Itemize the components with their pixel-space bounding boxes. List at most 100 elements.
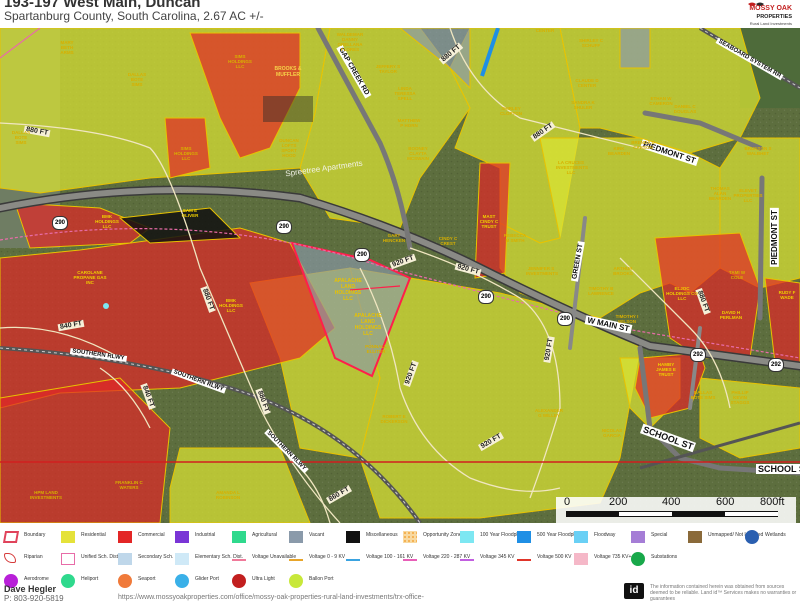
legend-swatch [118,531,132,543]
scale-tick: 400 [662,496,681,508]
scale-segment [725,511,778,517]
legend-item: 100 Year Floodplain [460,529,524,547]
owner-labels: MARY BETH ARMS DALLAS BOTE SIMS DALLAS B… [0,28,800,523]
logo-tagline: Rural Land Investments [749,21,792,26]
legend-swatch [517,559,531,561]
owner-label: ARTHUR BROOKS [613,266,633,276]
owner-label: BMK HOLDINGS LLC [219,298,243,313]
legend-swatch [631,552,645,566]
owner-label: PONNALL ELLITER [365,344,387,354]
land-id-logo: id [624,583,644,599]
owner-label: SIMS HOLDINGS LLC [174,146,198,161]
owner-label: BMK HOLDINGS LLC [95,214,119,229]
disclaimer: The information contained herein was obt… [650,584,797,602]
owner-label: DAVID H PERLMAN [719,310,743,320]
legend-item: Commercial [118,529,173,547]
owner-label: BOONEY CLAYTA MCSWAIN [407,146,429,161]
legend-item: Voltage 345 KV [460,551,515,569]
owner-label: MAST CINDY C TRUST [479,214,499,229]
map-footer: Dave Hegler P: 803-920-5819 https://www.… [0,583,800,603]
legend-label: Wetlands [765,532,786,538]
owner-label: TAMI W COLE [728,270,746,280]
owner-label: CENTER [535,28,555,33]
legend-swatch [346,531,360,543]
owner-label: ROBERT E DICKERSON [380,414,408,424]
legend-swatch [175,531,189,543]
legend-item: Vacant [289,529,344,547]
scale-tick: 600 [716,496,735,508]
scale-tick: 200 [609,496,628,508]
owner-label: ETHAN W CAMERON [649,96,673,106]
owner-label: TIMOTHY I WILSON [615,314,639,324]
agent-name: Dave Hegler [4,584,57,594]
mossy-oak-logo: MOSSY OAK PROPERTIES Rural Land Investme… [726,0,794,28]
legend-swatch [61,531,75,543]
legend-label: Ballon Port [309,576,334,582]
owner-label: FRANKLIN C WATERS [115,480,143,490]
legend-item: Unmapped/ Not Included [688,529,763,547]
legend-label: Substations [651,554,678,560]
legend-item: Voltage 0 - 9 KV [289,551,345,569]
owner-label: CLAUDE D CENTER [575,78,599,88]
legend-item: Voltage 500 KV [517,551,572,569]
owner-label: SANDRA K SHULER [571,100,595,110]
page-subtitle: Spartanburg County, South Carolina, 2.67… [4,9,264,23]
legend-swatch [118,553,132,565]
owner-label: REBECCA M SMITH [503,233,527,243]
scale-segment [566,511,619,517]
legend-swatch [2,531,20,543]
owner-label: LINDA TERESSA SPELL [394,86,416,101]
legend-swatch [574,553,588,565]
scale-tick: 800ft [760,496,785,508]
legend-item: Miscellaneous [346,529,401,547]
legend-item: Secondary Sch. Dist. [118,551,185,569]
legend-swatch [61,553,75,565]
owner-label: CAROLANE PROPANE GAS INC [73,270,107,285]
legend-item: Residential [61,529,116,547]
business-label: BROOKS & MUFFLER [274,66,302,78]
owner-label: ELJOC HOLDINGS CO LLC [666,286,698,301]
legend-item: Unified Sch. Dist. [61,551,119,569]
owner-label: SHIRLEY CLOPTON [500,106,522,116]
owner-label: HAMBY JAMES E TRUST [656,362,676,377]
owner-label: TIMOTHY B LAWRENCE [588,286,614,296]
scale-segment [619,511,672,517]
owner-label: RUDY F WADE [778,290,796,300]
legend-item: Voltage 735 KV+ [574,551,631,569]
owner-label: CINDY C CREST [438,236,458,246]
legend-swatch [346,559,360,561]
legend-item: Voltage 220 - 287 KV [403,551,470,569]
owner-label: DUNCAN LOFTS SPORT HOOD [279,138,299,158]
legend-item: Opportunity Zones [403,529,464,547]
owner-label: DALLAS BOTE SIMS [127,72,147,87]
legend-item: Agricultural [232,529,287,547]
scale-tick: 0 [564,496,571,508]
agent-phone[interactable]: P: 803-920-5819 [4,594,64,603]
legend-item: Substations [631,551,686,569]
owner-label: BRUNSON S WALBHET [744,146,772,156]
legend-item: Elementary Sch. Dist. [175,551,243,569]
legend-item: Riparian [4,551,59,569]
owner-label: BRENDA D CARSON [631,140,655,150]
owner-label: LA CRUCES INVESTMENTS LLC [556,160,589,175]
owner-label: SAM E OLIVER [181,208,199,218]
owner-label: SIMS HOLDINGS LLC [228,54,252,69]
legend-item: Wetlands [745,529,800,547]
legend-item: Boundary [2,529,59,547]
owner-label: AMANDA L ROBINSON [215,490,241,500]
owner-label: MATTHEW P HORN [397,118,421,128]
owner-label: DALLAS BOTE SIMS [690,390,716,400]
legend-item: Special [631,529,686,547]
owner-label: NICOLAS GARCIA [601,428,623,438]
owner-label: ALEXANDER G WILLEY [534,408,563,418]
legend-swatch [517,531,531,543]
legend-swatch [232,531,246,543]
legend-swatch [403,559,417,561]
legend-swatch [4,553,16,563]
legend-item: Floodway [574,529,629,547]
owner-label: JENNIFER S INVESTMENTS [526,266,559,276]
legend-swatch [289,531,303,543]
owner-label: WALDEMAR DANNY ORELLANA FLORES [336,32,364,52]
legend-swatch [232,559,246,561]
parcel-map[interactable]: 290 290 290 290 290 292 292 GAP CREEK RD… [0,28,800,523]
